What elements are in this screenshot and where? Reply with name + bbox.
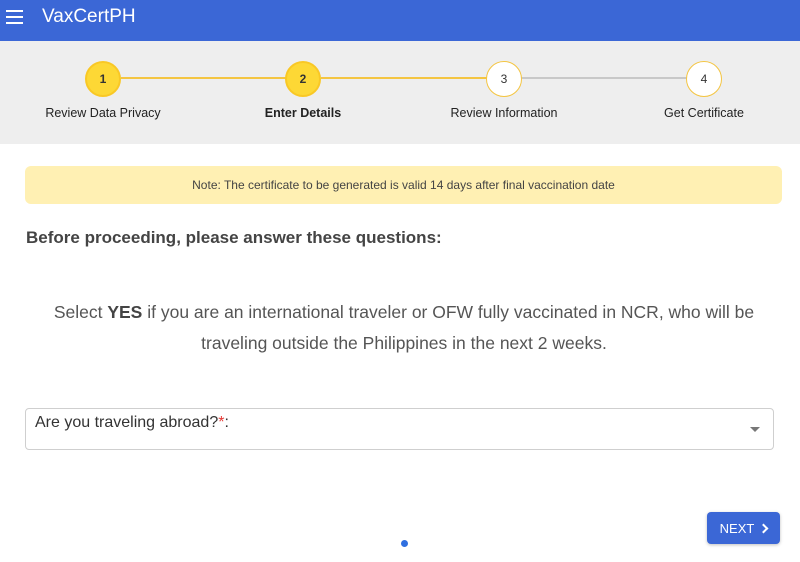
question-text: Are you traveling abroad? <box>35 414 219 431</box>
step-1: 1 Review Data Privacy <box>23 61 183 120</box>
dropdown-arrow-icon <box>750 427 760 432</box>
travel-instruction: Select YES if you are an international t… <box>40 297 768 359</box>
next-button[interactable]: NEXT <box>707 512 780 544</box>
step-4-number: 4 <box>686 61 722 97</box>
instruction-emphasis: YES <box>107 302 143 322</box>
step-2-label: Enter Details <box>264 106 342 120</box>
chevron-right-icon <box>758 523 769 534</box>
traveling-abroad-label: Are you traveling abroad?*: <box>35 414 229 432</box>
step-1-label: Review Data Privacy <box>45 106 161 120</box>
validity-note: Note: The certificate to be generated is… <box>25 166 782 204</box>
step-1-number: 1 <box>85 61 121 97</box>
loading-dot-icon <box>401 540 408 547</box>
questions-heading: Before proceeding, please answer these q… <box>26 228 442 247</box>
hamburger-menu-icon[interactable] <box>4 6 26 28</box>
app-title: VaxCertPH <box>42 6 136 27</box>
step-4-label: Get Certificate <box>664 106 744 120</box>
step-2-number: 2 <box>285 61 321 97</box>
instruction-suffix: if you are an international traveler or … <box>142 302 755 353</box>
step-3-number: 3 <box>486 61 522 97</box>
step-4: 4 Get Certificate <box>624 61 784 120</box>
next-button-label: NEXT <box>719 520 755 536</box>
step-2: 2 Enter Details <box>223 61 383 120</box>
step-3: 3 Review Information <box>424 61 584 120</box>
instruction-prefix: Select <box>53 302 108 322</box>
question-colon: : <box>224 414 229 431</box>
progress-stepper: 1 Review Data Privacy 2 Enter Details 3 … <box>0 41 800 144</box>
traveling-abroad-select[interactable]: Are you traveling abroad?*: <box>25 408 774 450</box>
step-3-label: Review Information <box>450 106 558 120</box>
app-bar: VaxCertPH <box>0 0 800 41</box>
